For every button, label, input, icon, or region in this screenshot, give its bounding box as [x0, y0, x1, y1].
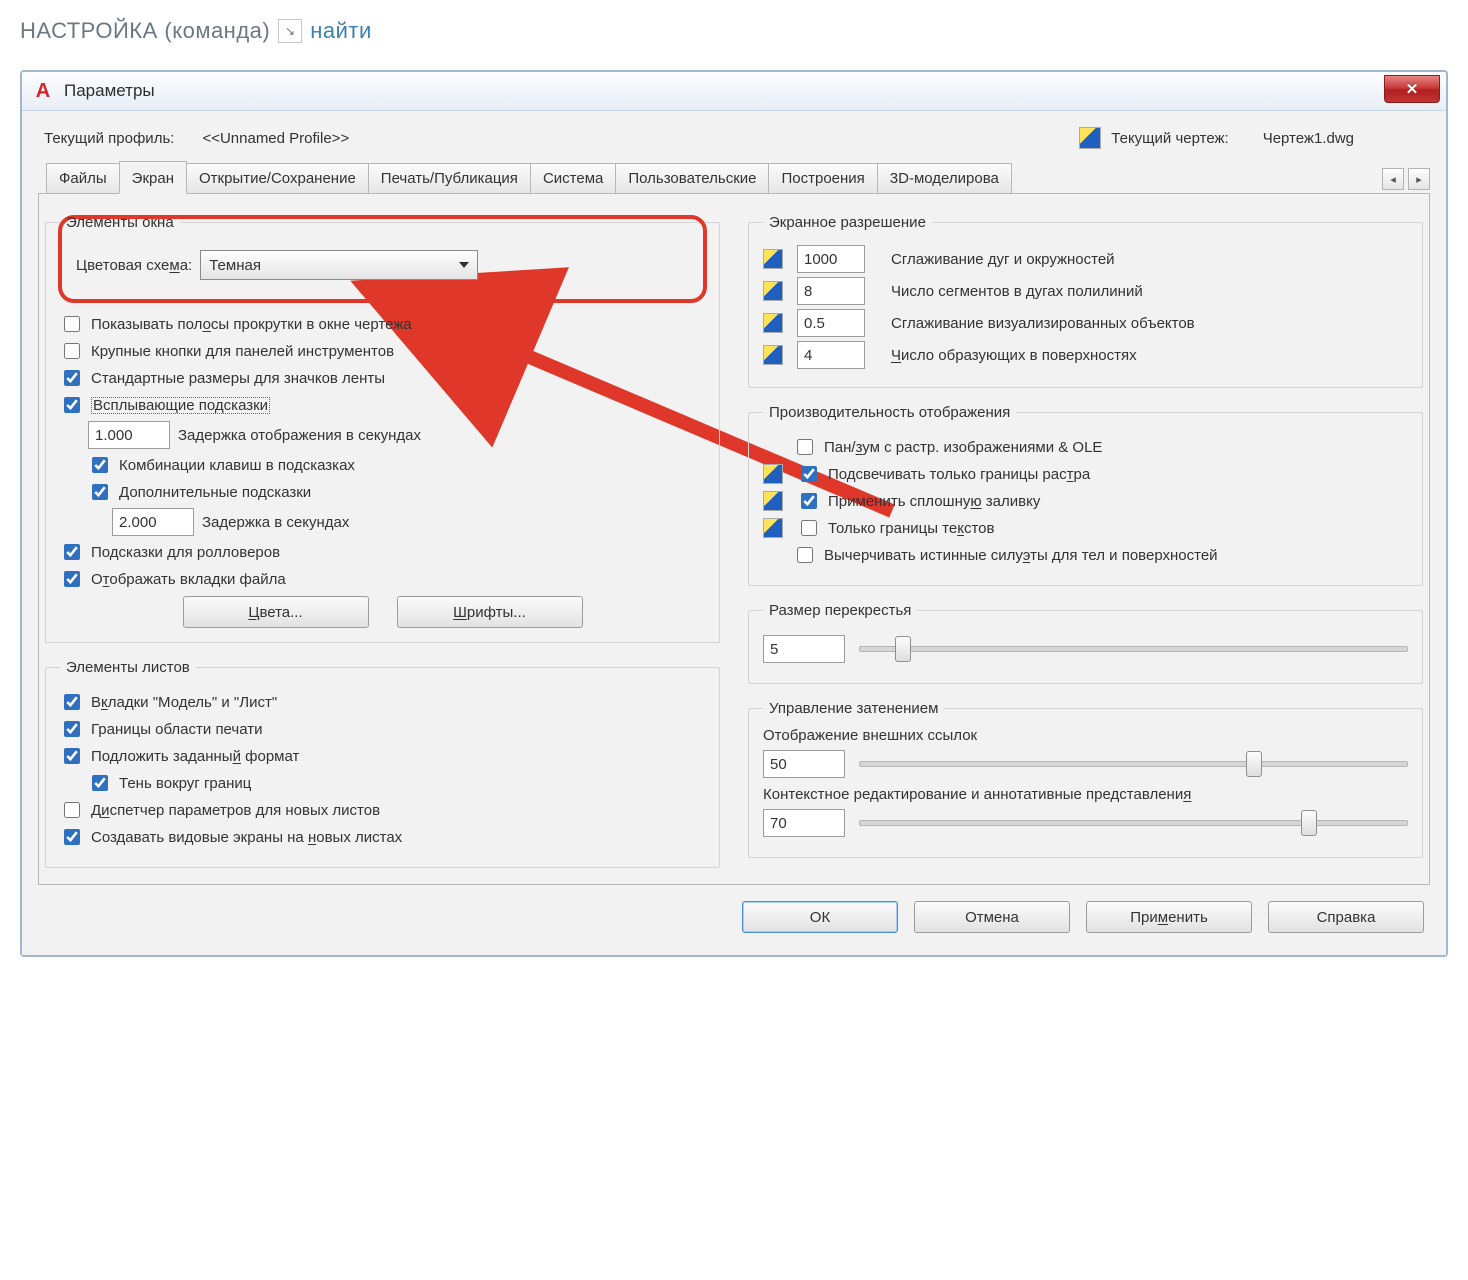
- tab-drafting[interactable]: Построения: [768, 163, 877, 193]
- cb-create-viewports[interactable]: Создавать видовые экраны на новых листах: [60, 826, 402, 848]
- group-crosshair: Размер перекрестья 5: [748, 602, 1423, 684]
- dwg-icon: [763, 464, 783, 484]
- drawing-label: Текущий чертеж:: [1111, 130, 1228, 147]
- group-layout-legend: Элементы листов: [60, 659, 196, 676]
- help-button[interactable]: Справка: [1268, 901, 1424, 933]
- inplace-fade-label: Контекстное редактирование и аннотативны…: [763, 786, 1408, 803]
- cb-scrollbars[interactable]: Показывать полосы прокрутки в окне черте…: [60, 313, 412, 335]
- chevron-down-icon: [459, 262, 469, 268]
- drawing-value: Чертеж1.dwg: [1263, 130, 1354, 147]
- dialog-footer: ОК Отмена Применить Справка: [38, 885, 1430, 937]
- tab-open-save[interactable]: Открытие/Сохранение: [186, 163, 369, 193]
- cb-large-buttons[interactable]: Крупные кнопки для панелей инструментов: [60, 340, 394, 362]
- color-scheme-dropdown[interactable]: Темная: [200, 250, 478, 280]
- cb-file-tabs[interactable]: Отображать вкладки файла: [60, 568, 286, 590]
- dwg-icon: [1079, 127, 1101, 149]
- seg-label: Число сегментов в дугах полилиний: [891, 283, 1143, 300]
- page-title: НАСТРОЙКА (команда): [20, 18, 270, 44]
- tab-files[interactable]: Файлы: [46, 163, 120, 193]
- apply-button[interactable]: Применить: [1086, 901, 1252, 933]
- group-display-resolution: Экранное разрешение 1000 Сглаживание дуг …: [748, 214, 1423, 388]
- group-window-elements: Элементы окна Цветовая схема: Темная Пок…: [45, 214, 720, 643]
- tab-display[interactable]: Экран: [119, 161, 187, 194]
- cb-raster-frame[interactable]: Подсвечивать только границы растра: [797, 463, 1090, 485]
- dwg-icon: [763, 491, 783, 511]
- ext-delay-input[interactable]: 2.000: [112, 508, 194, 536]
- arc-smooth-label: Сглаживание дуг и окружностей: [891, 251, 1115, 268]
- page-header: НАСТРОЙКА (команда) ↘ найти: [0, 0, 1468, 56]
- dwg-icon: [763, 518, 783, 538]
- color-scheme-label: Цветовая схема:: [76, 257, 192, 274]
- dwg-icon: [763, 249, 783, 269]
- xref-fade-label: Отображение внешних ссылок: [763, 727, 1408, 744]
- color-scheme-value: Темная: [209, 257, 261, 274]
- tooltip-delay-input[interactable]: 1.000: [88, 421, 170, 449]
- cb-ribbon-icons[interactable]: Стандартные размеры для значков ленты: [60, 367, 385, 389]
- group-fade-legend: Управление затенением: [763, 700, 944, 717]
- cb-solid-fill[interactable]: Применить сплошную заливку: [797, 490, 1040, 512]
- cb-print-area[interactable]: Границы области печати: [60, 718, 262, 740]
- tabs-scroll-right[interactable]: ▸: [1408, 168, 1430, 190]
- titlebar: A Параметры ✕: [22, 72, 1446, 111]
- group-layout-elements: Элементы листов Вкладки "Модель" и "Лист…: [45, 659, 720, 868]
- surf-label: Число образующих в поверхностях: [891, 347, 1137, 364]
- close-button[interactable]: ✕: [1384, 75, 1440, 103]
- right-column: Экранное разрешение 1000 Сглаживание дуг …: [748, 206, 1423, 884]
- group-crosshair-legend: Размер перекрестья: [763, 602, 917, 619]
- group-fade: Управление затенением Отображение внешни…: [748, 700, 1423, 858]
- tab-system[interactable]: Система: [530, 163, 616, 193]
- slider-thumb[interactable]: [1301, 810, 1317, 836]
- cb-ext-tooltips[interactable]: Дополнительные подсказки: [88, 481, 311, 503]
- cb-model-layout-tabs[interactable]: Вкладки "Модель" и "Лист": [60, 691, 277, 713]
- left-column: Элементы окна Цветовая схема: Темная Пок…: [45, 206, 720, 884]
- profile-value: <<Unnamed Profile>>: [202, 130, 349, 147]
- inplace-fade-slider[interactable]: [859, 813, 1408, 833]
- ext-delay-label: Задержка в секундах: [202, 514, 349, 531]
- cb-rollover[interactable]: Подсказки для ролловеров: [60, 541, 280, 563]
- tabs: Файлы Экран Открытие/Сохранение Печать/П…: [38, 161, 1430, 194]
- render-smooth-input[interactable]: 0.5: [797, 309, 865, 337]
- dialog-title: Параметры: [64, 81, 155, 101]
- inplace-fade-input[interactable]: 70: [763, 809, 845, 837]
- cb-tooltips[interactable]: Всплывающие подсказки: [60, 394, 270, 416]
- surf-input[interactable]: 4: [797, 341, 865, 369]
- seg-input[interactable]: 8: [797, 277, 865, 305]
- tab-plot[interactable]: Печать/Публикация: [368, 163, 531, 193]
- crosshair-slider[interactable]: [859, 639, 1408, 659]
- autocad-icon: A: [32, 80, 54, 102]
- group-display-performance: Производительность отображения Пан/зум с…: [748, 404, 1423, 586]
- cb-paper-bg[interactable]: Подложить заданный формат: [60, 745, 299, 767]
- crosshair-size-input[interactable]: 5: [763, 635, 845, 663]
- tooltip-delay-label: Задержка отображения в секундах: [178, 427, 421, 444]
- slider-thumb[interactable]: [895, 636, 911, 662]
- render-smooth-label: Сглаживание визуализированных объектов: [891, 315, 1195, 332]
- group-perf-legend: Производительность отображения: [763, 404, 1016, 421]
- dwg-icon: [763, 281, 783, 301]
- cancel-button[interactable]: Отмена: [914, 901, 1070, 933]
- options-dialog: A Параметры ✕ Текущий профиль: <<Unnamed…: [20, 70, 1448, 957]
- xref-fade-input[interactable]: 50: [763, 750, 845, 778]
- find-link[interactable]: найти: [310, 18, 372, 44]
- arrow-down-right-icon[interactable]: ↘: [278, 19, 302, 43]
- xref-fade-slider[interactable]: [859, 754, 1408, 774]
- colors-button[interactable]: Цвета...: [183, 596, 369, 628]
- cb-text-boundary[interactable]: Только границы текстов: [797, 517, 994, 539]
- group-res-legend: Экранное разрешение: [763, 214, 932, 231]
- tab-user[interactable]: Пользовательские: [615, 163, 769, 193]
- cb-shortcut-keys[interactable]: Комбинации клавиш в подсказках: [88, 454, 355, 476]
- profile-label: Текущий профиль:: [44, 130, 174, 147]
- cb-pan-zoom[interactable]: Пан/зум с растр. изображениями & OLE: [793, 436, 1102, 458]
- dwg-icon: [763, 345, 783, 365]
- slider-thumb[interactable]: [1246, 751, 1262, 777]
- fonts-button[interactable]: Шрифты...: [397, 596, 583, 628]
- group-window-legend: Элементы окна: [60, 214, 180, 231]
- tab-3d[interactable]: 3D-моделирова: [877, 163, 1012, 193]
- ok-button[interactable]: ОК: [742, 901, 898, 933]
- cb-page-setup-mgr[interactable]: Диспетчер параметров для новых листов: [60, 799, 380, 821]
- cb-true-silhouettes[interactable]: Вычерчивать истинные силуэты для тел и п…: [793, 544, 1218, 566]
- cb-paper-shadow[interactable]: Тень вокруг границ: [88, 772, 251, 794]
- tabs-scroll-left[interactable]: ◂: [1382, 168, 1404, 190]
- dwg-icon: [763, 313, 783, 333]
- arc-smooth-input[interactable]: 1000: [797, 245, 865, 273]
